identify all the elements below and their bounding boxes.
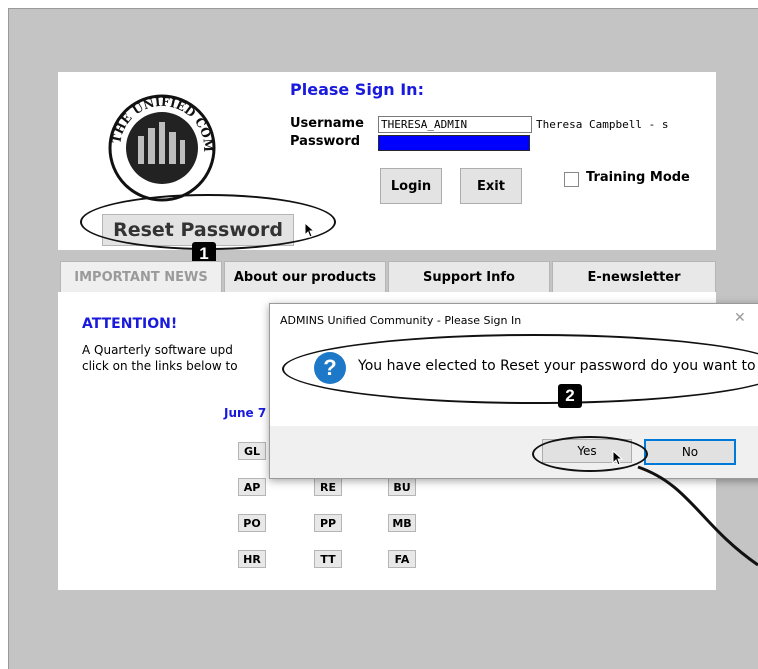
module-link-gl[interactable]: GL [238, 442, 266, 460]
attention-heading: ATTENTION! [82, 316, 178, 332]
module-link-tt[interactable]: TT [314, 550, 342, 568]
module-link-mb[interactable]: MB [388, 514, 416, 532]
exit-button[interactable]: Exit [460, 168, 522, 204]
training-mode-checkbox[interactable] [564, 172, 579, 187]
news-text: A Quarterly software upd click on the li… [82, 342, 238, 374]
dialog-title: ADMINS Unified Community - Please Sign I… [280, 314, 522, 327]
password-field[interactable] [378, 135, 530, 151]
username-label: Username [290, 116, 364, 131]
user-full-name: Theresa Campbell - s [536, 118, 669, 131]
login-button[interactable]: Login [380, 168, 442, 204]
mouse-cursor-icon [304, 222, 316, 238]
callout-ellipse-2 [282, 334, 758, 404]
module-link-po[interactable]: PO [238, 514, 266, 532]
signin-title: Please Sign In: [290, 80, 424, 99]
password-label: Password [290, 134, 361, 149]
tab-important-news[interactable]: IMPORTANT NEWS [60, 261, 222, 293]
tab-e-newsletter[interactable]: E-newsletter [552, 261, 716, 293]
news-line-2: click on the links below to [82, 359, 238, 373]
username-field[interactable]: THERESA_ADMIN [378, 116, 532, 133]
callout-connector-line [637, 465, 758, 567]
training-mode-label: Training Mode [586, 170, 690, 185]
tab-about-products[interactable]: About our products [224, 261, 386, 293]
module-link-hr[interactable]: HR [238, 550, 266, 568]
tab-support-info[interactable]: Support Info [388, 261, 550, 293]
module-link-ap[interactable]: AP [238, 478, 266, 496]
close-icon[interactable]: ✕ [734, 309, 746, 326]
module-link-fa[interactable]: FA [388, 550, 416, 568]
community-logo: THE UNIFIED COMMUNITY [106, 92, 216, 202]
module-link-bu[interactable]: BU [388, 478, 416, 496]
module-link-re[interactable]: RE [314, 478, 342, 496]
step-2-badge: 2 [558, 384, 582, 408]
release-date: June 7 [224, 406, 267, 420]
module-link-pp[interactable]: PP [314, 514, 342, 532]
news-line-1: A Quarterly software upd [82, 343, 233, 357]
